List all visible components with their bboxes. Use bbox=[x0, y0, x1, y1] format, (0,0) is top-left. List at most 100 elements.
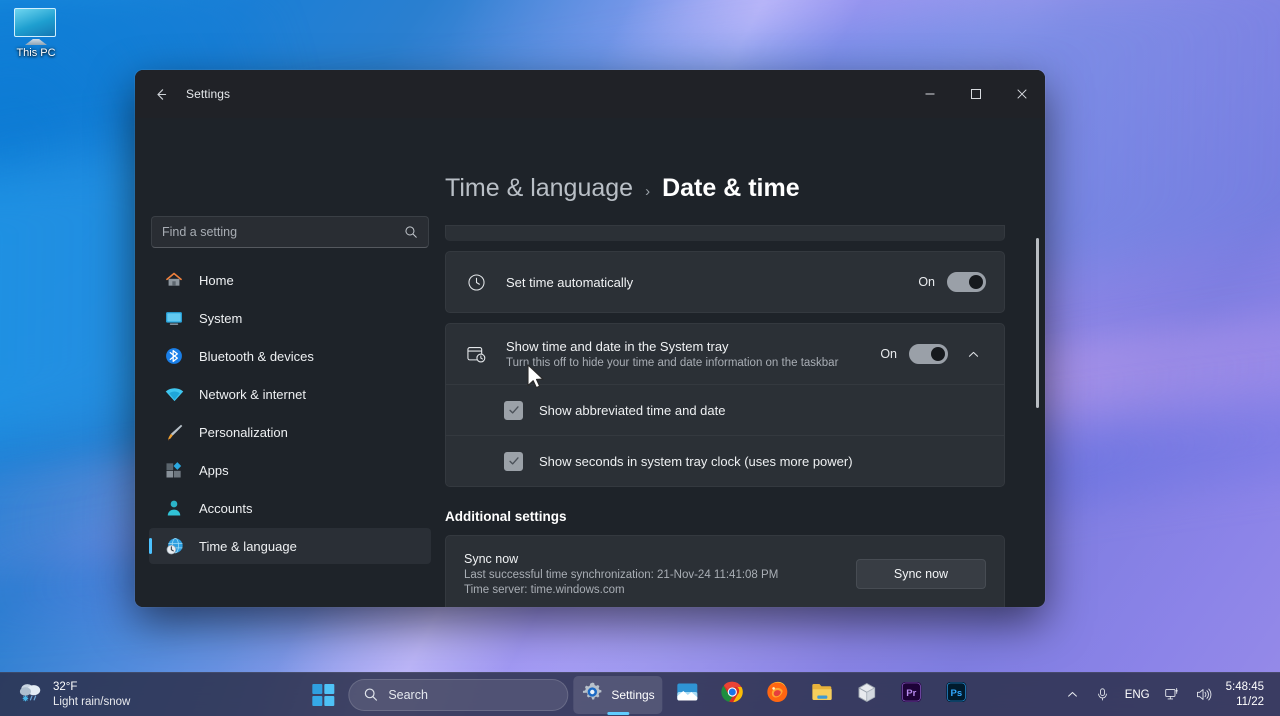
microphone-icon bbox=[1098, 688, 1108, 701]
settings-gear-icon bbox=[581, 681, 603, 708]
content-scroll-area[interactable]: Time & language › Date & time Set time a… bbox=[445, 118, 1045, 607]
settings-window: Settings Find a setting Home System Blue… bbox=[135, 70, 1045, 607]
bluetooth-icon bbox=[163, 345, 185, 367]
globe-clock-icon bbox=[163, 535, 185, 557]
row-title: Set time automatically bbox=[506, 274, 634, 290]
search-input[interactable] bbox=[162, 225, 404, 239]
sidebar-item-accounts[interactable]: Accounts bbox=[149, 490, 431, 526]
tray-volume-button[interactable] bbox=[1189, 676, 1218, 714]
sidebar-item-label: System bbox=[199, 310, 243, 326]
maximize-button[interactable] bbox=[953, 70, 999, 118]
taskbar-system-tray: ENG 5:48:45 11/22 bbox=[1059, 673, 1274, 716]
sub-option-label: Show seconds in system tray clock (uses … bbox=[539, 453, 853, 469]
taskbar: 32°F Light rain/snow Search Settings Pr … bbox=[0, 672, 1280, 716]
this-pc-monitor-icon bbox=[14, 8, 58, 45]
premiere-pro-icon: Pr bbox=[900, 680, 924, 709]
minimize-icon bbox=[925, 93, 935, 95]
network-monitor-icon bbox=[1164, 688, 1178, 700]
back-button[interactable] bbox=[145, 79, 175, 109]
back-arrow-icon bbox=[156, 88, 166, 100]
desktop-icon-label: This PC bbox=[16, 47, 56, 59]
window-title: Settings bbox=[186, 87, 231, 101]
taskbar-app-file-explorer[interactable] bbox=[803, 676, 843, 714]
sub-option-label: Show abbreviated time and date bbox=[539, 402, 726, 418]
taskbar-weather-widget[interactable]: 32°F Light rain/snow bbox=[4, 675, 140, 715]
taskbar-app-premiere-pro[interactable]: Pr bbox=[892, 676, 932, 714]
tray-language-button[interactable]: ENG bbox=[1119, 676, 1156, 714]
card-clipped-above[interactable] bbox=[445, 225, 1005, 241]
vertical-scrollbar[interactable] bbox=[1036, 238, 1039, 528]
tray-microphone-button[interactable] bbox=[1089, 676, 1117, 714]
minimize-button[interactable] bbox=[907, 70, 953, 118]
sub-option-abbreviated-time[interactable]: Show abbreviated time and date bbox=[446, 384, 1004, 435]
chevron-up-icon[interactable] bbox=[960, 341, 986, 367]
tray-time: 5:48:45 bbox=[1225, 681, 1264, 694]
sync-title: Sync now bbox=[464, 552, 519, 566]
taskbar-search[interactable]: Search bbox=[348, 678, 569, 711]
sidebar-item-network-internet[interactable]: Network & internet bbox=[149, 376, 431, 412]
virtualbox-icon bbox=[856, 681, 879, 709]
desktop-icon-this-pc[interactable]: This PC bbox=[8, 8, 64, 59]
photos-icon bbox=[676, 680, 700, 709]
windows-start-icon bbox=[312, 683, 335, 706]
row-sync-now: Sync now Last successful time synchroniz… bbox=[446, 536, 1004, 607]
tray-clock[interactable]: 5:48:45 11/22 bbox=[1220, 676, 1274, 714]
sidebar-item-home[interactable]: Home bbox=[149, 262, 431, 298]
taskbar-app-settings[interactable]: Settings bbox=[573, 675, 663, 714]
svg-text:Ps: Ps bbox=[951, 688, 963, 699]
sidebar-item-label: Bluetooth & devices bbox=[199, 348, 314, 364]
sidebar-item-time-language[interactable]: Time & language bbox=[149, 528, 431, 564]
card-sync-now: Sync now Last successful time synchroniz… bbox=[445, 535, 1005, 607]
calendar-clock-icon bbox=[464, 343, 488, 365]
taskbar-app-photoshop[interactable]: Ps bbox=[937, 676, 977, 714]
file-explorer-icon bbox=[811, 680, 835, 709]
close-button[interactable] bbox=[999, 70, 1045, 118]
chrome-icon bbox=[721, 680, 745, 709]
system-tray-time-toggle[interactable] bbox=[909, 344, 948, 364]
account-person-icon bbox=[163, 497, 185, 519]
close-icon bbox=[1017, 89, 1027, 99]
wifi-icon bbox=[163, 383, 185, 405]
card-set-time-automatically: Set time automatically On bbox=[445, 251, 1005, 313]
sub-option-show-seconds[interactable]: Show seconds in system tray clock (uses … bbox=[446, 435, 1004, 486]
apps-icon bbox=[163, 459, 185, 481]
breadcrumb-separator: › bbox=[645, 183, 651, 200]
sidebar-item-apps[interactable]: Apps bbox=[149, 452, 431, 488]
paintbrush-icon bbox=[163, 421, 185, 443]
start-button[interactable] bbox=[303, 676, 343, 714]
user-profile-card[interactable] bbox=[149, 118, 431, 212]
row-show-time-system-tray[interactable]: Show time and date in the System tray Tu… bbox=[446, 324, 1004, 384]
checkbox-show-seconds[interactable] bbox=[504, 451, 523, 471]
set-time-automatically-toggle[interactable] bbox=[947, 272, 986, 292]
window-controls bbox=[907, 70, 1045, 118]
sidebar-item-personalization[interactable]: Personalization bbox=[149, 414, 431, 450]
sidebar-item-label: Personalization bbox=[199, 424, 288, 440]
scrollbar-thumb[interactable] bbox=[1036, 238, 1039, 408]
checkbox-show-abbreviated[interactable] bbox=[504, 400, 523, 420]
search-icon bbox=[404, 225, 418, 239]
row-set-time-automatically[interactable]: Set time automatically On bbox=[446, 252, 1004, 312]
cloud-snow-icon bbox=[18, 680, 44, 709]
settings-search-box[interactable] bbox=[151, 216, 429, 248]
breadcrumb-parent[interactable]: Time & language bbox=[445, 174, 633, 203]
section-heading-additional-settings: Additional settings bbox=[445, 509, 567, 524]
taskbar-app-label: Settings bbox=[611, 687, 655, 702]
tray-network-button[interactable] bbox=[1158, 676, 1187, 714]
sidebar-item-system[interactable]: System bbox=[149, 300, 431, 336]
taskbar-app-photos[interactable] bbox=[668, 676, 708, 714]
taskbar-app-virtualbox[interactable] bbox=[848, 676, 887, 714]
sidebar-item-bluetooth-devices[interactable]: Bluetooth & devices bbox=[149, 338, 431, 374]
maximize-icon bbox=[971, 89, 981, 99]
toggle-state-label: On bbox=[918, 275, 935, 289]
taskbar-app-firefox[interactable] bbox=[758, 676, 798, 714]
sidebar-item-label: Apps bbox=[199, 462, 229, 478]
taskbar-app-chrome[interactable] bbox=[713, 676, 753, 714]
taskbar-search-placeholder: Search bbox=[388, 687, 428, 702]
weather-condition: Light rain/snow bbox=[53, 695, 131, 708]
toggle-state-label: On bbox=[880, 347, 897, 361]
sync-last-time: Last successful time synchronization: 21… bbox=[464, 569, 779, 581]
settings-sidebar: Home System bbox=[135, 118, 445, 607]
sync-now-button[interactable]: Sync now bbox=[856, 559, 986, 589]
sync-time-server: Time server: time.windows.com bbox=[464, 584, 625, 596]
tray-overflow-button[interactable] bbox=[1059, 676, 1087, 714]
